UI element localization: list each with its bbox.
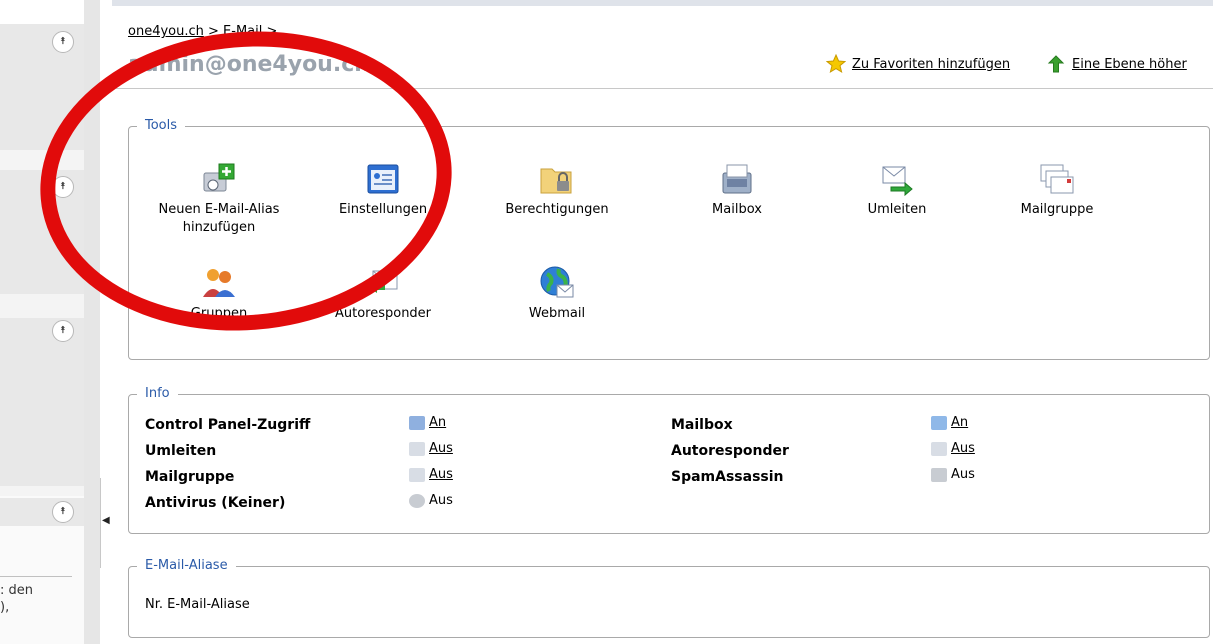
sidebar-divider xyxy=(0,294,84,318)
tool-mailbox[interactable]: Mailbox xyxy=(657,161,817,219)
sidebar-footer-text: : den ), xyxy=(0,583,34,615)
info-value-cp-access: An xyxy=(409,415,446,430)
webmail-globe-icon xyxy=(540,266,574,298)
mailbox-toggle-link[interactable]: An xyxy=(951,415,968,430)
tool-add-email-alias[interactable]: Neuen E-Mail-Alias hinzufügen xyxy=(139,161,299,237)
sidebar-panel-3 xyxy=(0,318,84,486)
email-aliases-legend: E-Mail-Aliase xyxy=(137,558,236,573)
autoresponder-toggle-link[interactable]: Aus xyxy=(951,441,975,456)
tools-group: Tools Neuen E-Mail-Alias hinzufügen Eins… xyxy=(128,118,1210,360)
info-label-autoresponder: Autoresponder xyxy=(671,443,789,459)
settings-window-icon xyxy=(367,164,399,194)
tool-label: Mailbox xyxy=(712,202,762,217)
info-value-antivirus: Aus xyxy=(409,493,453,508)
redirect-toggle-link[interactable]: Aus xyxy=(429,441,453,456)
tool-label: Umleiten xyxy=(867,202,927,217)
up-arrow-icon xyxy=(1046,54,1066,78)
tool-label: Autoresponder xyxy=(334,306,432,321)
breadcrumb-separator: > xyxy=(262,24,278,39)
up-one-level-link[interactable]: Eine Ebene höher xyxy=(1072,57,1187,72)
tool-label: Berechtigungen xyxy=(505,202,609,217)
cp-access-icon xyxy=(409,415,425,430)
groups-icon xyxy=(203,269,235,297)
mailbox-icon xyxy=(931,415,947,430)
sidebar-splitter[interactable] xyxy=(84,0,100,644)
info-label-spamassassin: SpamAssassin xyxy=(671,469,784,485)
mailgroup-toggle-link[interactable]: Aus xyxy=(429,467,453,482)
redirect-icon xyxy=(882,166,913,197)
tool-autoresponder[interactable]: Autoresponder xyxy=(303,265,463,323)
info-value-mailgroup: Aus xyxy=(409,467,453,482)
mailgroup-icon xyxy=(409,467,425,482)
info-group: Info Control Panel-Zugriff An Umleiten A… xyxy=(128,386,1210,534)
collapse-panel-4-button[interactable]: ⯭ xyxy=(52,501,74,523)
info-value-mailbox: An xyxy=(931,415,968,430)
page-title: admin@one4you.ch xyxy=(128,52,370,77)
email-aliases-table-header: Nr. E-Mail-Aliase xyxy=(145,597,250,612)
info-label-mailbox: Mailbox xyxy=(671,417,733,433)
header-divider xyxy=(116,88,1213,89)
antivirus-icon xyxy=(409,493,425,508)
sidebar-divider xyxy=(0,486,84,496)
autoresponder-icon xyxy=(368,270,398,293)
tool-label: Webmail xyxy=(528,306,586,321)
tool-label: Einstellungen xyxy=(338,202,428,217)
collapse-panel-2-button[interactable]: ⯭ xyxy=(52,176,74,198)
tool-groups[interactable]: Gruppen xyxy=(139,265,299,323)
add-to-favorites-link[interactable]: Zu Favoriten hinzufügen xyxy=(852,57,1010,72)
info-label-redirect: Umleiten xyxy=(145,443,217,459)
tool-mailgroup[interactable]: Mailgruppe xyxy=(977,161,1137,219)
tool-redirect[interactable]: Umleiten xyxy=(817,161,977,219)
info-value-redirect: Aus xyxy=(409,441,453,456)
collapse-panel-1-button[interactable]: ⯭ xyxy=(52,31,74,53)
tool-label: Mailgruppe xyxy=(1020,202,1094,217)
spamassassin-status: Aus xyxy=(951,467,975,482)
sidebar-divider xyxy=(0,150,84,170)
info-legend: Info xyxy=(137,386,178,401)
tools-legend: Tools xyxy=(137,118,186,133)
breadcrumb-link-email[interactable]: E-Mail xyxy=(223,24,262,39)
redirect-icon xyxy=(409,441,425,456)
info-label-mailgroup: Mailgruppe xyxy=(145,469,235,485)
info-value-autoresponder: Aus xyxy=(931,441,975,456)
breadcrumb-link-domain[interactable]: one4you.ch xyxy=(128,24,204,39)
permissions-folder-lock-icon xyxy=(540,168,572,194)
spamassassin-icon xyxy=(931,467,947,482)
breadcrumb-separator: > xyxy=(203,24,224,39)
cp-access-toggle-link[interactable]: An xyxy=(429,415,446,430)
info-value-spamassassin: Aus xyxy=(931,467,975,482)
breadcrumb: one4you.ch > E-Mail > xyxy=(128,24,277,39)
email-aliases-group: E-Mail-Aliase Nr. E-Mail-Aliase xyxy=(128,558,1210,638)
mailbox-icon xyxy=(722,164,752,194)
info-label-cp-access: Control Panel-Zugriff xyxy=(145,417,311,433)
add-email-alias-icon xyxy=(203,163,235,192)
tool-settings[interactable]: Einstellungen xyxy=(303,161,463,219)
mailgroup-icon xyxy=(1040,164,1074,194)
collapse-panel-3-button[interactable]: ⯭ xyxy=(52,320,74,342)
sidebar-footer-divider xyxy=(0,576,72,577)
collapse-left-arrow-icon[interactable]: ◀ xyxy=(102,515,110,526)
star-icon xyxy=(825,53,847,78)
tool-webmail[interactable]: Webmail xyxy=(477,265,637,323)
tool-permissions[interactable]: Berechtigungen xyxy=(477,161,637,219)
tool-label: Neuen E-Mail-Alias hinzufügen xyxy=(158,202,280,235)
info-label-antivirus: Antivirus (Keiner) xyxy=(145,495,286,511)
main-content: one4you.ch > E-Mail > admin@one4you.ch Z… xyxy=(112,6,1213,644)
tool-label: Gruppen xyxy=(190,306,248,321)
autoresponder-icon xyxy=(931,441,947,456)
antivirus-status: Aus xyxy=(429,493,453,508)
